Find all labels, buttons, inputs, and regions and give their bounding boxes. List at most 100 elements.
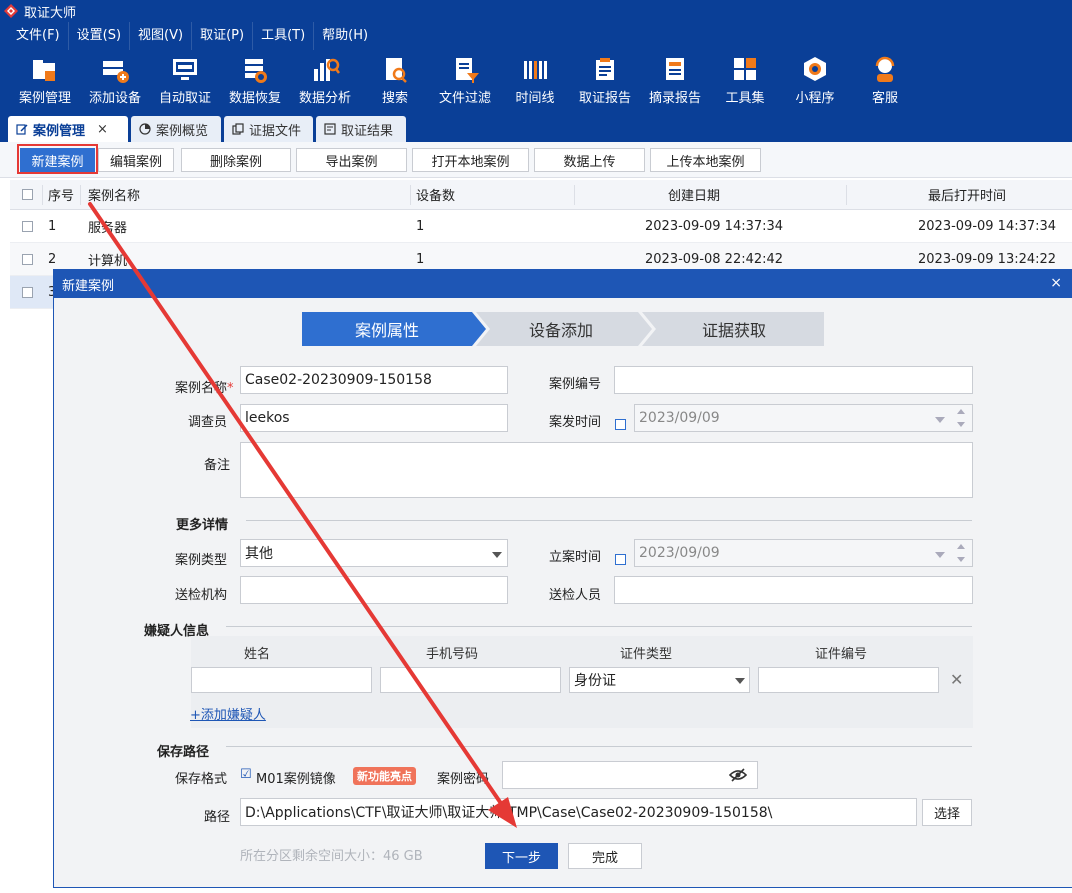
header-device-count[interactable]: 设备数 xyxy=(416,180,455,209)
export-case-button[interactable]: 导出案例 xyxy=(296,148,407,172)
investigator-input[interactable]: leekos xyxy=(240,404,508,432)
next-step-button[interactable]: 下一步 xyxy=(485,843,558,869)
select-all-checkbox[interactable] xyxy=(22,189,33,200)
tool-mini-program[interactable]: 小程序 xyxy=(780,50,850,110)
open-local-case-button[interactable]: 打开本地案例 xyxy=(412,148,529,172)
row-checkbox[interactable] xyxy=(22,253,33,265)
tab-evidence-files[interactable]: 证据文件 xyxy=(224,116,313,142)
more-details-heading: 更多详情 xyxy=(176,518,229,533)
tab-label: 案例概览 xyxy=(156,123,209,139)
chevron-down-icon[interactable] xyxy=(735,678,745,684)
tool-auto-forensics[interactable]: 自动取证 xyxy=(150,50,220,110)
suspect-name-input[interactable] xyxy=(191,667,372,693)
tool-customer-service[interactable]: 客服 xyxy=(850,50,920,110)
app-logo-icon xyxy=(4,4,18,18)
report-icon xyxy=(596,58,614,80)
data-upload-button[interactable]: 数据上传 xyxy=(534,148,645,172)
tab-forensics-results[interactable]: 取证结果 xyxy=(316,116,406,142)
tool-file-filter[interactable]: 文件过滤 xyxy=(430,50,500,110)
tool-case-management[interactable]: 案例管理 xyxy=(10,50,80,110)
delete-row-icon[interactable]: ✕ xyxy=(950,670,963,689)
dialog-title: 新建案例 xyxy=(62,278,115,294)
notes-textarea[interactable] xyxy=(240,442,973,498)
filing-time-picker[interactable]: 2023/09/09 xyxy=(634,539,973,567)
title-bar: 取证大师 xyxy=(0,0,1072,22)
menu-file[interactable]: 文件(F) xyxy=(8,22,68,50)
submit-org-input[interactable] xyxy=(240,576,508,604)
incident-time-checkbox[interactable] xyxy=(615,419,626,430)
save-format-label: 保存格式 xyxy=(175,772,228,787)
menu-view[interactable]: 视图(V) xyxy=(129,22,191,50)
tool-add-device[interactable]: 添加设备 xyxy=(80,50,150,110)
chevron-down-icon[interactable] xyxy=(492,552,502,558)
suspect-id-type-select[interactable]: 身份证 xyxy=(569,667,750,693)
new-feature-badge[interactable]: 新功能亮点 xyxy=(353,767,416,785)
suspect-col-phone: 手机号码 xyxy=(426,647,479,662)
tool-data-recovery[interactable]: 数据恢复 xyxy=(220,50,290,110)
tab-case-overview[interactable]: 案例概览 xyxy=(131,116,221,142)
menu-tools[interactable]: 工具(T) xyxy=(252,22,313,50)
table-header: 序号 案例名称 设备数 创建日期 最后打开时间 xyxy=(10,180,1072,210)
close-icon[interactable]: × xyxy=(1050,275,1062,291)
path-input[interactable]: D:\Applications\CTF\取证大师\取证大师\TMP\Case\C… xyxy=(240,798,917,826)
row-checkbox[interactable] xyxy=(22,220,33,232)
investigator-label: 调查员 xyxy=(188,415,228,430)
action-bar: 新建案例 编辑案例 删除案例 导出案例 打开本地案例 数据上传 上传本地案例 xyxy=(0,142,1072,178)
menu-help[interactable]: 帮助(H) xyxy=(313,22,376,50)
header-last-opened[interactable]: 最后打开时间 xyxy=(928,180,1006,209)
submit-person-input[interactable] xyxy=(614,576,973,604)
upload-local-case-button[interactable]: 上传本地案例 xyxy=(650,148,761,172)
spin-down-icon[interactable] xyxy=(957,557,965,562)
edit-case-button[interactable]: 编辑案例 xyxy=(98,148,174,172)
chart-icon xyxy=(139,123,151,135)
case-name-input[interactable]: Case02-20230909-150158 xyxy=(240,366,508,394)
eye-off-icon[interactable] xyxy=(729,768,747,782)
filing-time-checkbox[interactable] xyxy=(615,554,626,565)
chevron-down-icon[interactable] xyxy=(935,417,945,423)
case-type-select[interactable]: 其他 xyxy=(240,539,508,567)
customer-service-icon xyxy=(875,56,895,82)
case-type-label: 案例类型 xyxy=(175,553,228,568)
header-created-date[interactable]: 创建日期 xyxy=(668,180,720,209)
tool-excerpt-report[interactable]: 摘录报告 xyxy=(640,50,710,110)
save-format-checkbox[interactable]: ☑ xyxy=(240,767,252,782)
tab-case-management[interactable]: 案例管理 × xyxy=(8,116,128,142)
table-row[interactable]: 1 服务器 1 2023-09-09 14:37:34 2023-09-09 1… xyxy=(10,210,1072,243)
suspect-col-id-number: 证件编号 xyxy=(815,647,868,662)
result-icon xyxy=(324,123,336,135)
tool-toolkit[interactable]: 工具集 xyxy=(710,50,780,110)
spin-up-icon[interactable] xyxy=(957,409,965,414)
case-number-input[interactable] xyxy=(614,366,973,394)
menu-forensics[interactable]: 取证(P) xyxy=(191,22,252,50)
search-doc-icon xyxy=(386,58,407,83)
chevron-down-icon[interactable] xyxy=(935,552,945,558)
submit-org-label: 送检机构 xyxy=(175,588,228,603)
new-case-button[interactable]: 新建案例 xyxy=(20,148,95,172)
choose-path-button[interactable]: 选择 xyxy=(922,799,972,826)
tab-label: 证据文件 xyxy=(249,123,302,139)
spin-down-icon[interactable] xyxy=(957,422,965,427)
finish-button[interactable]: 完成 xyxy=(568,843,642,869)
tool-forensics-report[interactable]: 取证报告 xyxy=(570,50,640,110)
tool-search[interactable]: 搜索 xyxy=(360,50,430,110)
row-checkbox[interactable] xyxy=(22,286,33,298)
tool-data-analysis[interactable]: 数据分析 xyxy=(290,50,360,110)
tab-close-icon[interactable]: × xyxy=(97,122,108,137)
row-created-date: 2023-09-09 14:37:34 xyxy=(645,218,784,234)
suspect-id-number-input[interactable] xyxy=(758,667,939,693)
path-label: 路径 xyxy=(204,810,231,825)
header-case-name[interactable]: 案例名称 xyxy=(88,180,140,209)
divider xyxy=(246,520,972,521)
tool-timeline[interactable]: 时间线 xyxy=(500,50,570,110)
spin-up-icon[interactable] xyxy=(957,544,965,549)
notes-label: 备注 xyxy=(204,458,231,473)
case-password-label: 案例密码 xyxy=(437,772,490,787)
suspect-phone-input[interactable] xyxy=(380,667,561,693)
incident-time-picker[interactable]: 2023/09/09 xyxy=(634,404,973,432)
header-index[interactable]: 序号 xyxy=(48,180,74,209)
add-suspect-link[interactable]: +添加嫌疑人 xyxy=(190,704,266,723)
menu-settings[interactable]: 设置(S) xyxy=(67,22,129,50)
delete-case-button[interactable]: 删除案例 xyxy=(181,148,291,172)
case-password-input[interactable] xyxy=(502,761,758,789)
timeline-icon xyxy=(524,61,547,79)
